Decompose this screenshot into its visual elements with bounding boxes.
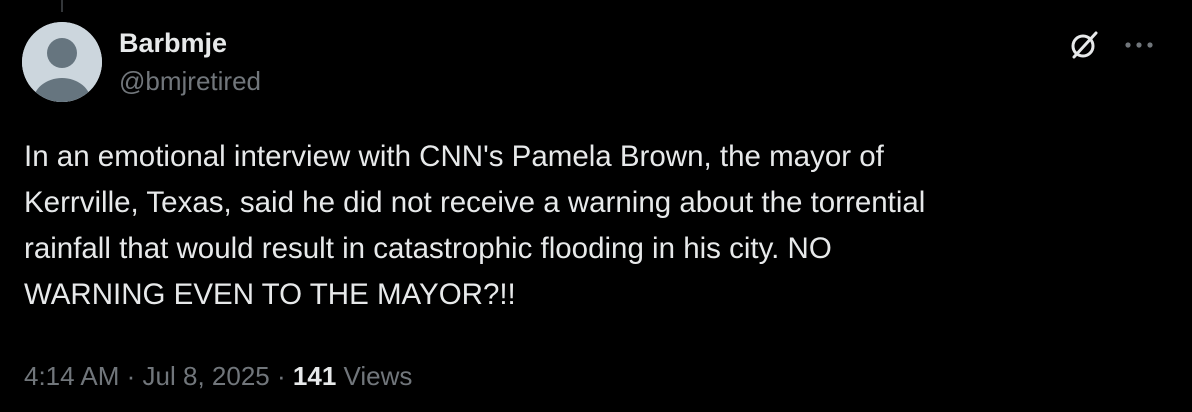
tweet-timestamp-link[interactable]: 4:14 AM · Jul 8, 2025 <box>24 361 270 391</box>
thread-connector-line <box>61 0 63 12</box>
tweet-metadata: 4:14 AM · Jul 8, 2025 · 141 Views <box>24 358 412 394</box>
default-profile-avatar-icon <box>22 22 102 102</box>
tweet-text-line: Kerrville, Texas, said he did not receiv… <box>24 186 926 219</box>
avatar[interactable] <box>22 22 102 102</box>
tweet-text-line: WARNING EVEN TO THE MAYOR?!! <box>24 278 516 311</box>
meta-separator: · <box>277 361 286 391</box>
tweet-text: In an emotional interview with CNN's Pam… <box>24 134 1164 318</box>
grok-icon[interactable] <box>1064 25 1104 65</box>
more-options-icon[interactable] <box>1118 28 1160 62</box>
meta-separator: · <box>126 361 136 391</box>
ellipsis-icon <box>1125 42 1153 48</box>
views-count[interactable]: 141 <box>293 361 336 391</box>
author-display-name[interactable]: Barbmje <box>119 26 227 60</box>
tweet-text-line: In an emotional interview with CNN's Pam… <box>24 140 884 173</box>
tweet-text-line: rainfall that would result in catastroph… <box>24 232 832 265</box>
author-handle[interactable]: @bmjretired <box>119 64 261 98</box>
views-label: Views <box>343 361 413 391</box>
grok-slash-circle-icon <box>1071 31 1098 59</box>
tweet-time: 4:14 AM <box>24 361 120 391</box>
tweet-date: Jul 8, 2025 <box>142 361 270 391</box>
